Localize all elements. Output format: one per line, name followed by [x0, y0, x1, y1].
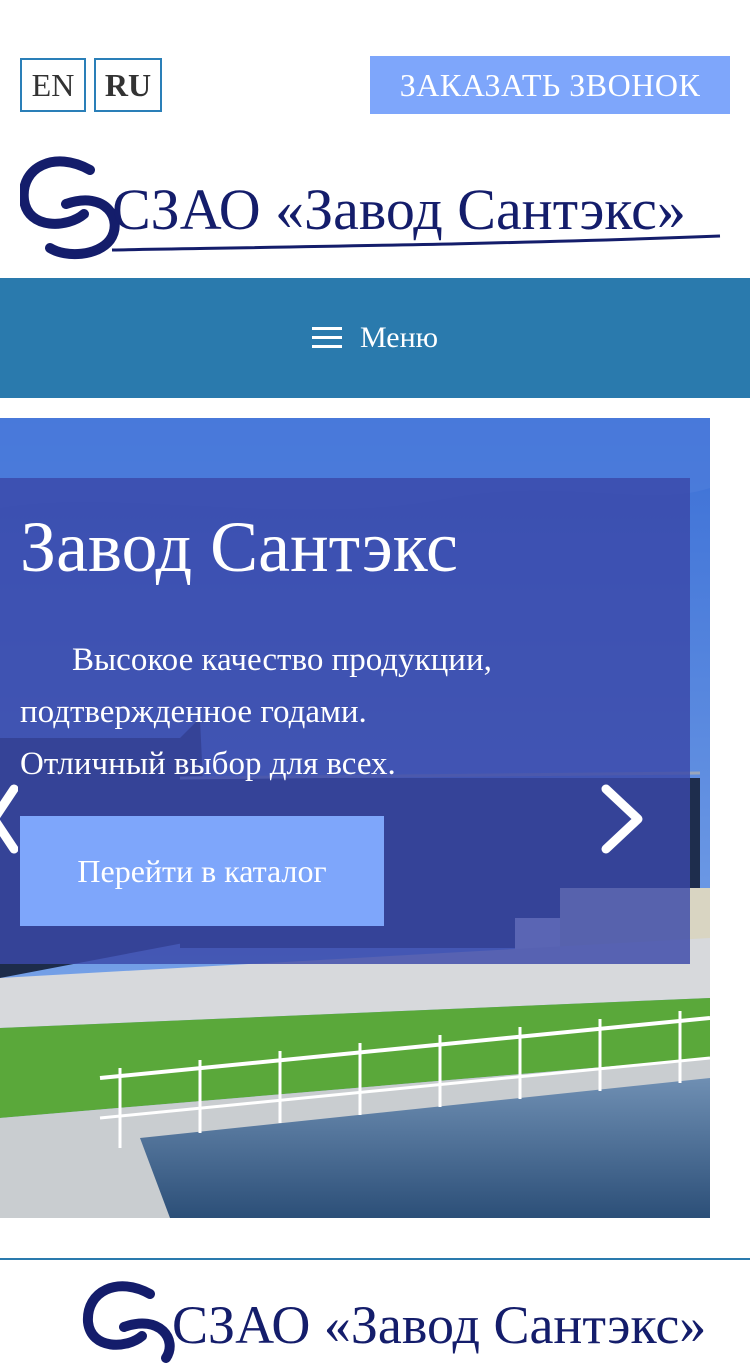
hero-description: Высокое качество продукции, подтвержденн…	[20, 634, 660, 790]
main-navbar: Меню	[0, 278, 750, 398]
lang-en-button[interactable]: EN	[20, 58, 86, 112]
hero-line-2: подтвержденное годами.	[20, 694, 367, 730]
lang-ru-button[interactable]: RU	[94, 58, 162, 112]
footer-logo-text[interactable]: СЗАО «Завод Сантэкс»	[172, 1294, 706, 1356]
menu-toggle[interactable]: Меню	[311, 321, 439, 355]
hero-title: Завод Сантэкс	[20, 507, 458, 587]
chevron-left-icon[interactable]	[0, 783, 18, 855]
hero-line-1: Высокое качество продукции,	[72, 642, 492, 678]
catalog-button[interactable]: Перейти в каталог	[20, 816, 384, 926]
hero-slider: Завод Сантэкс Высокое качество продукции…	[0, 418, 710, 1218]
order-call-button[interactable]: ЗАКАЗАТЬ ЗВОНОК	[370, 56, 730, 114]
footer-divider	[0, 1258, 750, 1260]
logo-text[interactable]: СЗАО «Завод Сантэкс»	[112, 176, 686, 243]
menu-label: Меню	[359, 321, 439, 354]
chevron-right-icon[interactable]	[598, 783, 648, 855]
hero-line-3: Отличный выбор для всех.	[20, 746, 396, 782]
hamburger-icon	[311, 327, 342, 349]
